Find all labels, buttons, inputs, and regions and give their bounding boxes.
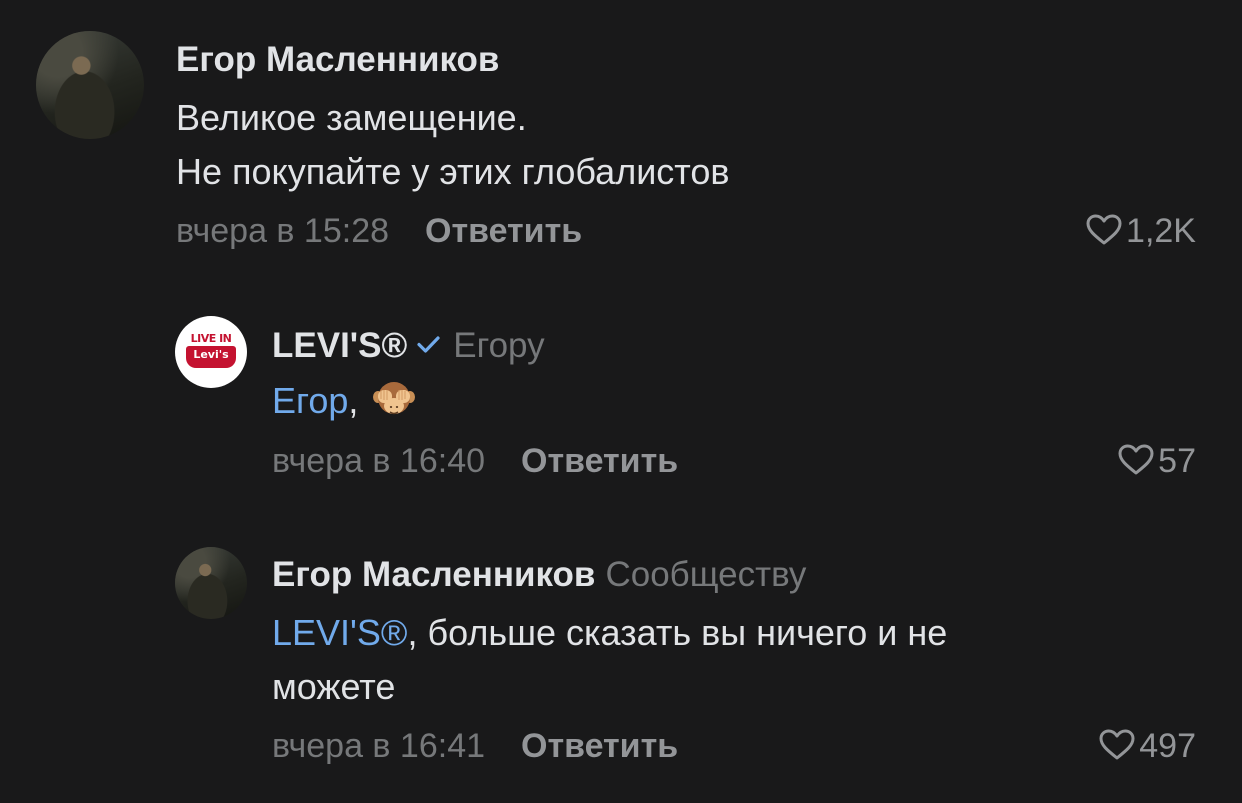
mention-link[interactable]: Егор: [272, 380, 348, 421]
user-photo-icon: [175, 547, 247, 619]
reply-button[interactable]: Ответить: [521, 442, 678, 480]
comment-header: Егор Масленников Сообществу: [272, 555, 806, 595]
reply-button[interactable]: Ответить: [521, 727, 678, 765]
timestamp[interactable]: вчера в 16:41: [272, 727, 485, 765]
comment-text-rest: ,: [348, 380, 359, 421]
reply-button[interactable]: Ответить: [425, 212, 582, 250]
avatar[interactable]: [175, 547, 247, 619]
mention-link[interactable]: LEVI'S®: [272, 612, 407, 653]
author-name[interactable]: Егор Масленников: [272, 555, 595, 594]
see-no-evil-monkey-icon: [373, 382, 416, 415]
like-button[interactable]: 497: [1099, 726, 1196, 766]
comment-2: LIVE IN Levi's LEVI'S® Егору Егор, вчера …: [0, 300, 1242, 500]
comment-text-line-2: можете: [272, 666, 396, 707]
comment-text: Егор,: [272, 374, 416, 428]
heart-icon: [1099, 729, 1135, 760]
comment-text: LEVI'S®, больше сказать вы ничего и не м…: [272, 606, 947, 714]
comment-meta: вчера в 16:41 Ответить: [272, 726, 678, 766]
avatar[interactable]: [36, 31, 144, 139]
comment-header: LEVI'S® Егору: [272, 326, 545, 366]
like-button[interactable]: 57: [1118, 441, 1196, 481]
comment-text-rest: , больше сказать вы ничего и не: [407, 612, 948, 653]
user-photo-icon: [36, 31, 144, 139]
reply-to-label[interactable]: Егору: [453, 326, 544, 365]
heart-icon: [1118, 444, 1154, 475]
logo-text-top: LIVE IN: [190, 332, 232, 345]
like-count: 57: [1158, 442, 1196, 480]
comment-3: Егор Масленников Сообществу LEVI'S®, боль…: [0, 530, 1242, 800]
comment-text: Великое замещение. Не покупайте у этих г…: [176, 91, 730, 199]
author-name[interactable]: LEVI'S®: [272, 326, 407, 365]
author-name[interactable]: Егор Масленников: [176, 40, 499, 79]
comment-text-line-1: Великое замещение.: [176, 97, 527, 138]
heart-icon: [1086, 214, 1122, 245]
checkmark-icon: [417, 336, 440, 353]
like-count: 497: [1139, 727, 1196, 765]
comment-text-line-2: Не покупайте у этих глобалистов: [176, 151, 730, 192]
comment-1: Егор Масленников Великое замещение. Не п…: [0, 0, 1242, 270]
timestamp[interactable]: вчера в 16:40: [272, 442, 485, 480]
like-button[interactable]: 1,2K: [1086, 211, 1196, 251]
like-count: 1,2K: [1126, 212, 1196, 250]
levis-logo: LIVE IN Levi's: [175, 316, 247, 388]
comment-text-line-1: LEVI'S®, больше сказать вы ничего и не: [272, 606, 947, 660]
comment-header: Егор Масленников: [176, 40, 499, 80]
logo-batwing: Levi's: [186, 346, 236, 368]
comment-meta: вчера в 16:40 Ответить: [272, 441, 678, 481]
timestamp[interactable]: вчера в 15:28: [176, 212, 389, 250]
avatar[interactable]: LIVE IN Levi's: [175, 316, 247, 388]
comment-meta: вчера в 15:28 Ответить: [176, 211, 582, 251]
reply-to-label[interactable]: Сообществу: [605, 555, 806, 594]
